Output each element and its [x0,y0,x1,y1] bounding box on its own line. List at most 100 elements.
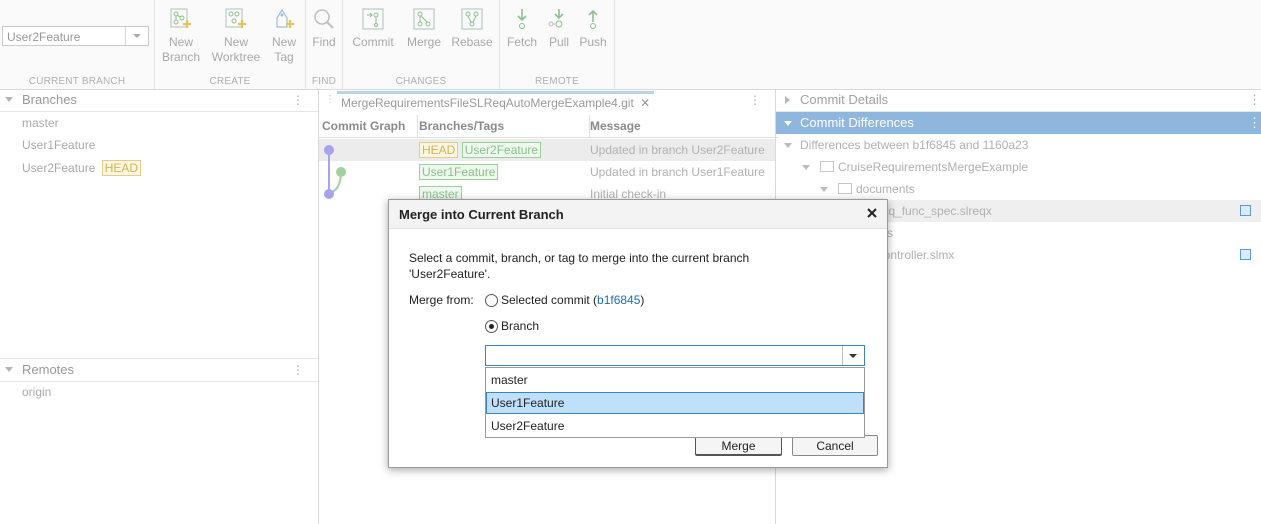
commit-graph [324,145,346,199]
new-worktree-label-1: New [223,35,248,49]
collapse-icon[interactable] [802,165,810,170]
fetch-button[interactable]: Fetch [504,6,540,50]
collapse-icon[interactable] [820,187,828,192]
dropdown-option-user1feature[interactable]: User1Feature [486,392,864,414]
remote-item-origin[interactable]: origin [22,385,51,399]
commit-node[interactable] [324,189,334,199]
dialog-titlebar[interactable]: Merge into Current Branch [389,200,887,229]
new-worktree-label-2: Worktree [211,50,261,64]
chevron-down-icon[interactable] [842,346,864,365]
row-tags: User1Feature [419,164,499,180]
current-branch-select[interactable]: User2Feature [2,26,149,46]
find-section: Find FIND [306,0,343,89]
cancel-button[interactable]: Cancel [792,435,878,456]
new-branch-button[interactable]: New Branch [160,6,202,65]
new-worktree-button[interactable]: New Worktree [210,6,262,65]
commit-details-title: Commit Details [800,92,889,107]
fetch-icon [517,9,527,29]
current-branch-value: User2Feature [7,30,81,44]
push-label: Push [579,35,607,49]
tag-branch: User2Feature [461,142,542,158]
selected-commit-label[interactable]: Selected commit (b1f6845) [501,293,644,307]
new-branch-label-1: New [168,35,193,49]
chevron-down-icon[interactable] [125,27,148,45]
file-label: _req_func_spec.slreqx [871,204,992,218]
pull-button[interactable]: Pull [544,6,574,50]
column-header-graph[interactable]: Commit Graph [319,115,418,138]
collapse-icon[interactable] [784,121,792,126]
branches-title: Branches [22,92,77,107]
folder-node: documents [838,178,915,200]
commit-label: Commit [352,35,394,49]
branch-radio[interactable] [485,320,498,333]
close-icon[interactable] [865,206,879,220]
more-options-icon[interactable]: ⋮ [749,93,761,107]
selected-commit-text: Selected commit ( [501,293,598,307]
remotes-header[interactable]: Remotes ⋮ [0,358,318,382]
branch-dropdown-list: master User1Feature User2Feature [485,367,865,438]
tree-node-documents-folder[interactable]: documents [776,178,1261,200]
selected-commit-radio[interactable] [485,294,498,307]
more-options-icon[interactable]: ⋮ [1248,112,1261,134]
close-icon[interactable]: ✕ [640,96,650,110]
commit-button[interactable]: Commit [349,6,397,50]
modified-icon [1240,249,1251,260]
branches-header[interactable]: Branches ⋮ [0,89,318,112]
folder-label: CruiseRequirementsMergeExample [838,160,1029,174]
commit-differences-title: Commit Differences [800,115,914,130]
more-options-icon[interactable]: ⋮ [292,363,304,377]
commit-icon [362,8,384,30]
modified-icon [1240,205,1251,216]
merge-dialog: Merge into Current Branch Select a commi… [388,199,888,468]
push-icon [588,9,598,29]
differences-label: Differences between b1f6845 and 1160a23 [800,138,1029,152]
head-badge: HEAD [101,160,142,176]
pull-label: Pull [548,35,569,49]
collapse-icon[interactable] [5,97,13,102]
expand-icon[interactable] [785,96,790,104]
tree-node-root-folder[interactable]: CruiseRequirementsMergeExample [776,156,1261,178]
drag-handle-icon[interactable]: ⋮ [325,94,335,105]
tree-node-differences[interactable]: Differences between b1f6845 and 1160a23 [776,134,1261,156]
column-header-branches[interactable]: Branches/Tags [416,115,590,138]
branch-item-label: User2Feature [22,161,96,175]
branch-radio-label[interactable]: Branch [501,319,539,333]
new-tag-label-2: Tag [274,50,294,64]
dropdown-option-user2feature[interactable]: User2Feature [486,415,864,437]
tab-repository-log[interactable]: MergeRequirementsFileSLReqAutoMergeExamp… [337,91,655,113]
commit-hash-link[interactable]: b1f6845 [597,293,640,307]
column-header-message[interactable]: Message [587,115,778,138]
commit-node[interactable] [336,167,346,177]
commit-message: Updated in branch User1Feature [590,165,765,179]
commit-node[interactable] [324,145,334,155]
new-tag-button[interactable]: New Tag [267,6,301,65]
commit-details-header[interactable]: Commit Details ⋮ [776,89,1261,112]
more-options-icon[interactable]: ⋮ [1248,89,1261,111]
find-section-label: FIND [311,76,337,87]
merge-toolbar-button[interactable]: Merge [403,6,445,50]
collapse-icon[interactable] [5,367,13,372]
toolstrip: User2Feature CURRENT BRANCH New Branch N… [0,0,1261,90]
more-options-icon[interactable]: ⋮ [292,93,304,107]
folder-icon [838,183,852,194]
merge-button[interactable]: Merge [695,435,782,456]
dropdown-option-master[interactable]: master [486,369,864,391]
branch-item-user2feature[interactable]: User2Feature HEAD [22,160,142,176]
collapse-icon[interactable] [784,143,792,148]
commit-message: Updated in branch User2Feature [590,143,765,157]
remote-section-label: REMOTE [535,76,579,87]
create-section: New Branch New Worktree New Tag CREATE [155,0,306,89]
commit-differences-header[interactable]: Commit Differences ⋮ [776,112,1261,134]
branch-combobox[interactable] [485,345,865,366]
rebase-button[interactable]: Rebase [451,6,493,50]
branch-item-user1feature[interactable]: User1Feature [22,138,95,152]
new-tag-icon [276,8,294,28]
search-icon [314,9,334,29]
tag-head: HEAD [419,142,459,158]
find-button[interactable]: Find [308,6,340,50]
branch-item-master[interactable]: master [22,116,59,130]
push-button[interactable]: Push [578,6,608,50]
pull-icon [548,9,564,28]
folder-label: documents [856,182,915,196]
remote-section: Fetch Pull Push REMOTE [500,0,615,89]
